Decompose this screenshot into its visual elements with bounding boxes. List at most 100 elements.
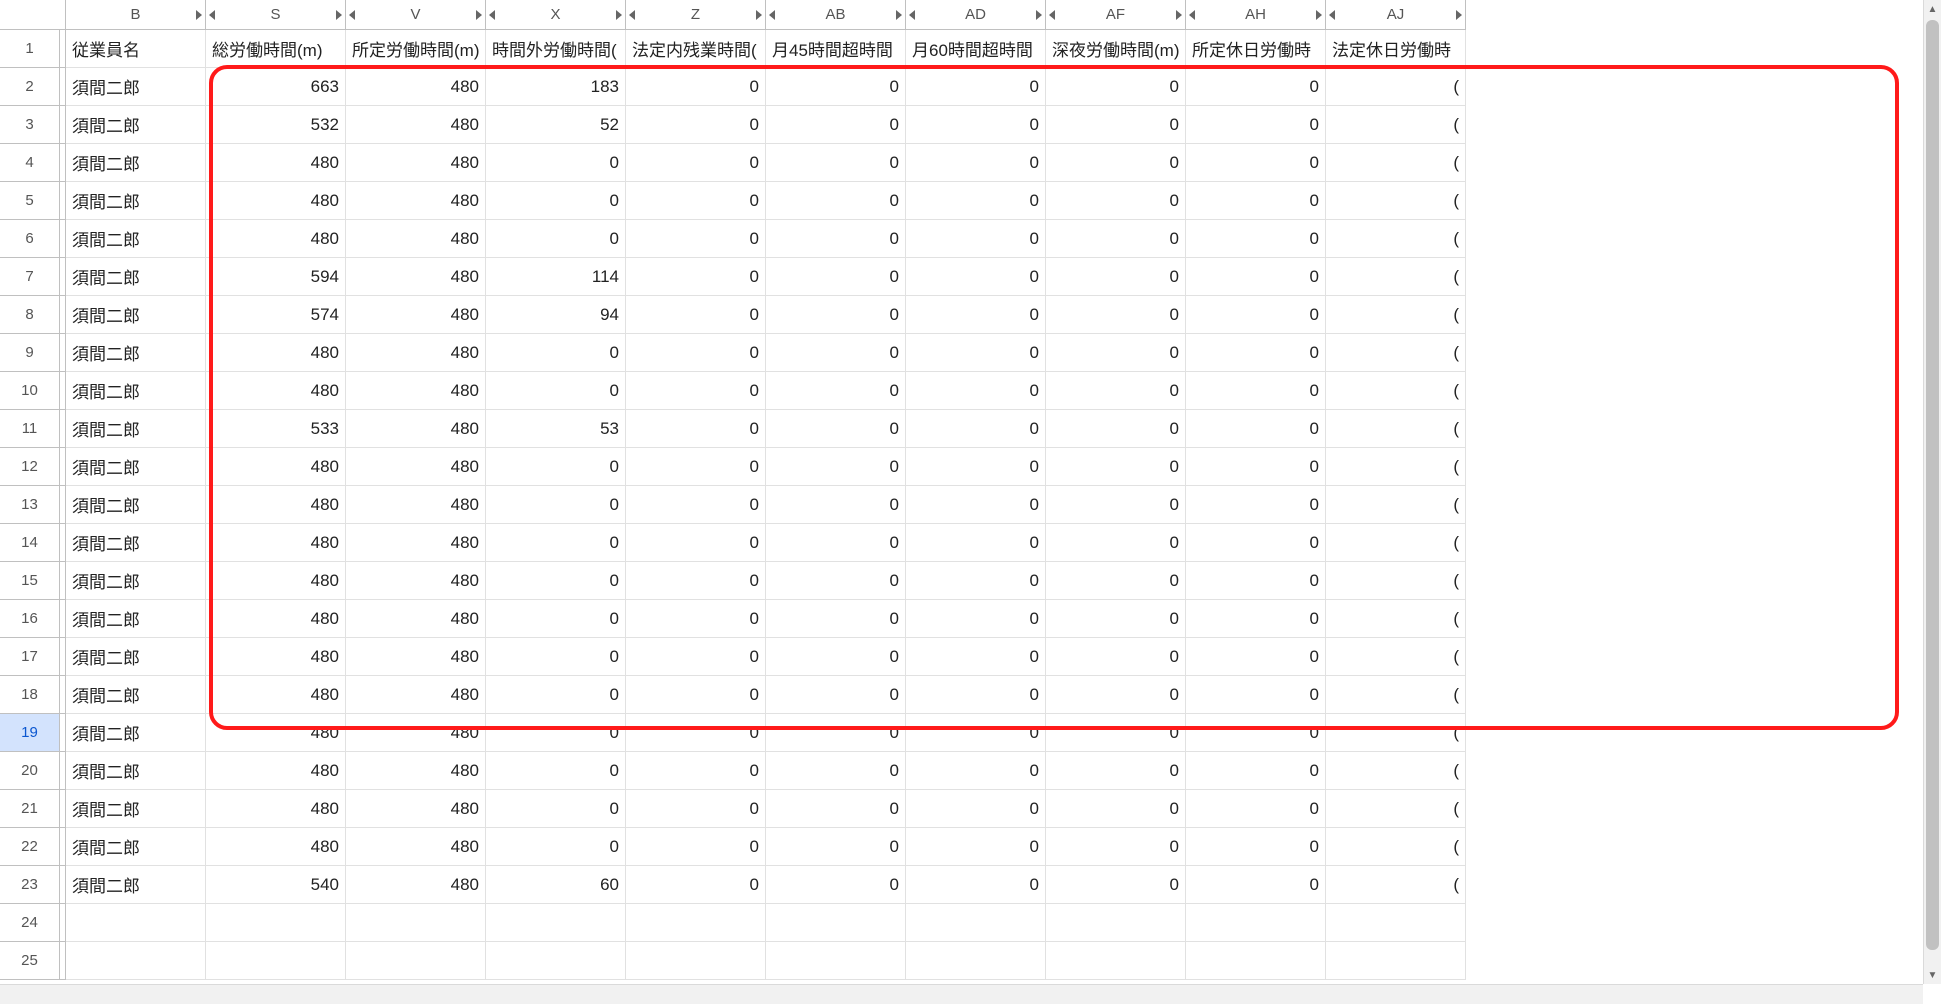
cell[interactable]: 0 — [766, 182, 906, 220]
cell[interactable]: 須間二郎 — [66, 562, 206, 600]
cell[interactable]: 0 — [1046, 220, 1186, 258]
scroll-down-button[interactable]: ▼ — [1924, 966, 1941, 984]
cell[interactable]: 0 — [906, 410, 1046, 448]
cell[interactable]: 480 — [206, 562, 346, 600]
cell[interactable]: 0 — [1186, 220, 1326, 258]
row-header[interactable]: 8 — [0, 296, 60, 334]
cell[interactable]: 所定休日労働時 — [1186, 30, 1326, 68]
cell[interactable]: 0 — [906, 600, 1046, 638]
row-header[interactable]: 17 — [0, 638, 60, 676]
cell[interactable]: 94 — [486, 296, 626, 334]
cell[interactable]: 0 — [906, 790, 1046, 828]
vertical-scrollbar[interactable]: ▲ ▼ — [1923, 0, 1941, 984]
cell[interactable]: 0 — [486, 790, 626, 828]
cell[interactable] — [626, 904, 766, 942]
cell[interactable]: 480 — [206, 714, 346, 752]
cell[interactable]: 480 — [346, 600, 486, 638]
scroll-up-button[interactable]: ▲ — [1924, 0, 1941, 18]
cell[interactable]: 0 — [626, 68, 766, 106]
cell[interactable]: 0 — [626, 182, 766, 220]
cell[interactable]: 0 — [486, 334, 626, 372]
cell[interactable]: 0 — [766, 600, 906, 638]
cell[interactable] — [766, 942, 906, 980]
row-header[interactable]: 20 — [0, 752, 60, 790]
cell[interactable]: 60 — [486, 866, 626, 904]
cell[interactable]: 0 — [766, 410, 906, 448]
cell[interactable]: 0 — [626, 448, 766, 486]
cell[interactable]: 0 — [906, 68, 1046, 106]
cell[interactable]: 0 — [1046, 866, 1186, 904]
cell[interactable]: 0 — [906, 296, 1046, 334]
cell[interactable]: 0 — [1186, 296, 1326, 334]
cell[interactable]: 時間外労働時間( — [486, 30, 626, 68]
cell[interactable]: 法定休日労働時 — [1326, 30, 1466, 68]
cell[interactable] — [486, 942, 626, 980]
cell[interactable]: 0 — [626, 562, 766, 600]
cell[interactable]: 0 — [626, 752, 766, 790]
cell[interactable]: 480 — [346, 752, 486, 790]
column-header-AB[interactable]: AB — [766, 0, 906, 30]
cell[interactable]: 0 — [1186, 372, 1326, 410]
select-all-corner[interactable] — [0, 0, 66, 30]
cell[interactable]: 0 — [626, 524, 766, 562]
cell[interactable]: 0 — [906, 258, 1046, 296]
cell[interactable] — [66, 942, 206, 980]
cell[interactable]: 480 — [206, 182, 346, 220]
cell[interactable]: 0 — [1046, 68, 1186, 106]
cell[interactable]: 0 — [766, 790, 906, 828]
cell[interactable]: 0 — [906, 144, 1046, 182]
column-header-X[interactable]: X — [486, 0, 626, 30]
cell[interactable]: 0 — [766, 676, 906, 714]
cell[interactable]: 0 — [626, 410, 766, 448]
cell[interactable]: 480 — [346, 182, 486, 220]
column-header-V[interactable]: V — [346, 0, 486, 30]
row-header[interactable]: 10 — [0, 372, 60, 410]
cell[interactable]: 0 — [486, 714, 626, 752]
cell[interactable]: 480 — [346, 334, 486, 372]
column-group-expand-right-icon[interactable] — [1036, 10, 1042, 20]
cell[interactable] — [346, 904, 486, 942]
cell[interactable]: 0 — [906, 448, 1046, 486]
row-header[interactable]: 14 — [0, 524, 60, 562]
row-header[interactable]: 9 — [0, 334, 60, 372]
cell[interactable]: 0 — [1046, 524, 1186, 562]
cell[interactable]: 須間二郎 — [66, 182, 206, 220]
cell[interactable]: 480 — [346, 296, 486, 334]
cell[interactable]: ( — [1326, 562, 1466, 600]
cell[interactable]: 須間二郎 — [66, 790, 206, 828]
cell[interactable]: 0 — [1186, 258, 1326, 296]
column-group-expand-left-icon[interactable] — [1049, 10, 1055, 20]
cell[interactable]: 0 — [766, 866, 906, 904]
cell[interactable]: 0 — [906, 638, 1046, 676]
cell[interactable]: 0 — [626, 676, 766, 714]
cell[interactable]: 480 — [206, 220, 346, 258]
cell[interactable]: 480 — [206, 334, 346, 372]
column-group-expand-left-icon[interactable] — [489, 10, 495, 20]
cell[interactable]: 0 — [766, 752, 906, 790]
column-group-expand-right-icon[interactable] — [1316, 10, 1322, 20]
cell[interactable]: ( — [1326, 182, 1466, 220]
cell[interactable]: ( — [1326, 638, 1466, 676]
cell[interactable]: 480 — [206, 752, 346, 790]
cell[interactable]: 0 — [1046, 334, 1186, 372]
cell[interactable]: ( — [1326, 448, 1466, 486]
cell[interactable]: 0 — [1186, 714, 1326, 752]
cell[interactable]: 480 — [206, 448, 346, 486]
cell[interactable] — [1046, 904, 1186, 942]
cell[interactable]: 0 — [626, 372, 766, 410]
cell[interactable] — [626, 942, 766, 980]
row-header[interactable]: 6 — [0, 220, 60, 258]
cell[interactable]: 0 — [906, 828, 1046, 866]
column-header-AH[interactable]: AH — [1186, 0, 1326, 30]
cell[interactable]: 0 — [906, 372, 1046, 410]
cell[interactable]: ( — [1326, 486, 1466, 524]
spreadsheet-grid[interactable]: BSVXZABADAFAHAJ1従業員名総労働時間(m)所定労働時間(m)時間外… — [0, 0, 1941, 1004]
cell[interactable]: 540 — [206, 866, 346, 904]
cell[interactable]: 0 — [1046, 410, 1186, 448]
cell[interactable]: 所定労働時間(m) — [346, 30, 486, 68]
cell[interactable]: 480 — [346, 676, 486, 714]
cell[interactable]: 0 — [1046, 828, 1186, 866]
cell[interactable] — [1186, 904, 1326, 942]
cell[interactable]: 0 — [906, 866, 1046, 904]
cell[interactable]: 0 — [1046, 144, 1186, 182]
